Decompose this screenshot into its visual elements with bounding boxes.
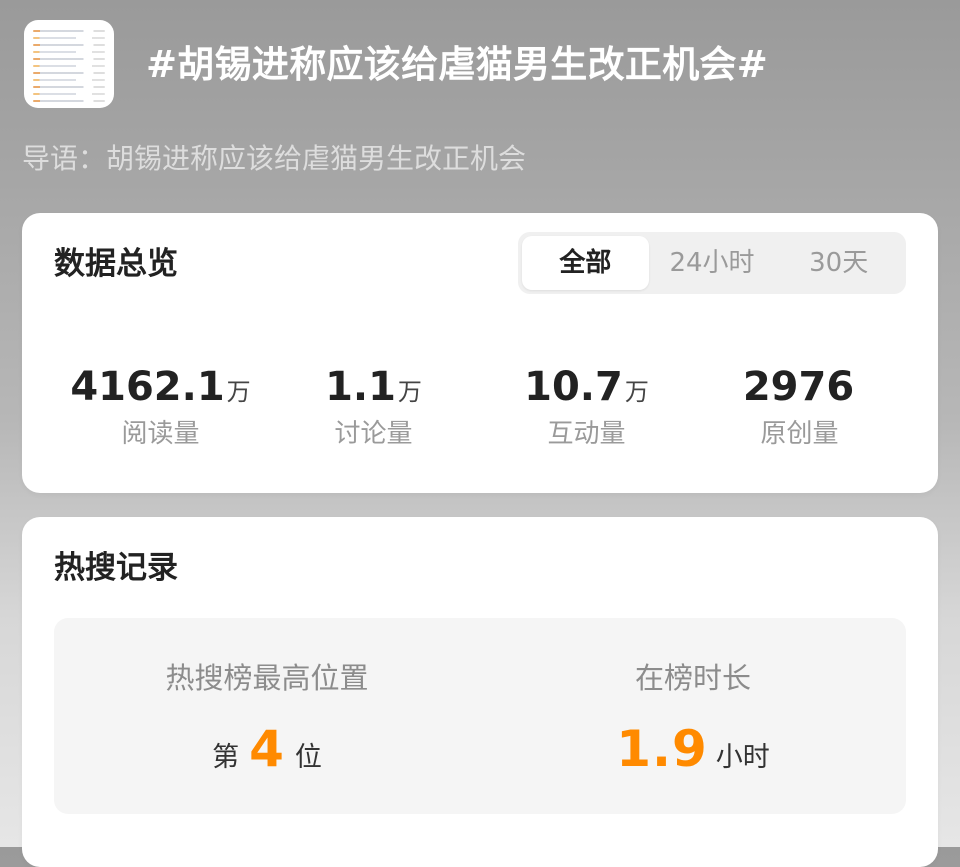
stat-value: 1.1 (325, 364, 396, 410)
stat-value-row: 2976 (693, 363, 906, 411)
data-overview-title: 数据总览 (54, 246, 178, 282)
stat-unit: 万 (624, 378, 649, 406)
duration-value: 1.9 (616, 720, 708, 778)
highest-position-label: 热搜榜最高位置 (165, 661, 369, 695)
position-suffix: 位 (294, 742, 322, 773)
duration-value-row: 1.9 小时 (480, 717, 906, 781)
stat-unit: 万 (397, 378, 422, 406)
tab-all[interactable]: 全部 (522, 236, 649, 290)
thumbnail-line (33, 51, 105, 53)
stat-value-row: 10.7万 (480, 363, 693, 411)
hot-search-panel: 热搜榜最高位置 第4位 在榜时长 1.9 小时 (54, 618, 906, 814)
duration-label: 在榜时长 (634, 661, 751, 695)
stat-discussions: 1.1万 讨论量 (267, 363, 480, 453)
highest-position-value-row: 第4位 (54, 717, 480, 781)
time-range-tabs: 全部 24小时 30天 (518, 232, 906, 294)
thumbnail-line (33, 100, 105, 102)
overview-stats: 4162.1万 阅读量 1.1万 讨论量 10.7万 互动量 2976 原创量 (54, 363, 906, 453)
stat-label: 原创量 (760, 419, 839, 449)
stat-value-row: 4162.1万 (54, 363, 267, 411)
thumbnail-line (33, 44, 105, 46)
thumbnail-line (33, 37, 105, 39)
hot-search-record-card: 热搜记录 热搜榜最高位置 第4位 在榜时长 1.9 小时 (22, 517, 938, 867)
stat-label: 阅读量 (121, 419, 200, 449)
hot-search-record-title: 热搜记录 (54, 550, 178, 586)
stat-value: 2976 (742, 364, 855, 410)
duration-unit: 小时 (715, 742, 770, 773)
stat-interactions: 10.7万 互动量 (480, 363, 693, 453)
stat-label: 讨论量 (334, 419, 413, 449)
position-value: 4 (249, 720, 285, 778)
position-prefix: 第 (212, 742, 240, 773)
stat-value: 4162.1 (70, 364, 225, 410)
stat-value: 10.7 (524, 364, 623, 410)
stat-reads: 4162.1万 阅读量 (54, 363, 267, 453)
stat-unit: 万 (226, 378, 251, 406)
data-overview-card: 数据总览 全部 24小时 30天 4162.1万 阅读量 1.1万 讨论量 10… (22, 213, 938, 493)
stat-label: 互动量 (547, 419, 626, 449)
thumbnail-line (33, 93, 105, 95)
stat-value-row: 1.1万 (267, 363, 480, 411)
topic-title: #胡锡进称应该给虐猫男生改正机会# (146, 43, 769, 86)
tab-24-hours[interactable]: 24小时 (649, 236, 776, 290)
highest-position-block: 热搜榜最高位置 第4位 (54, 618, 480, 781)
tab-30-days[interactable]: 30天 (775, 236, 902, 290)
thumbnail-line (33, 30, 105, 32)
topic-thumbnail[interactable] (24, 20, 114, 108)
thumbnail-line (33, 72, 105, 74)
thumbnail-line (33, 86, 105, 88)
thumbnail-line (33, 58, 105, 60)
duration-block: 在榜时长 1.9 小时 (480, 618, 906, 781)
topic-intro: 导语：胡锡进称应该给虐猫男生改正机会 (22, 142, 527, 175)
thumbnail-line (33, 65, 105, 67)
thumbnail-line (33, 79, 105, 81)
stat-originals: 2976 原创量 (693, 363, 906, 453)
